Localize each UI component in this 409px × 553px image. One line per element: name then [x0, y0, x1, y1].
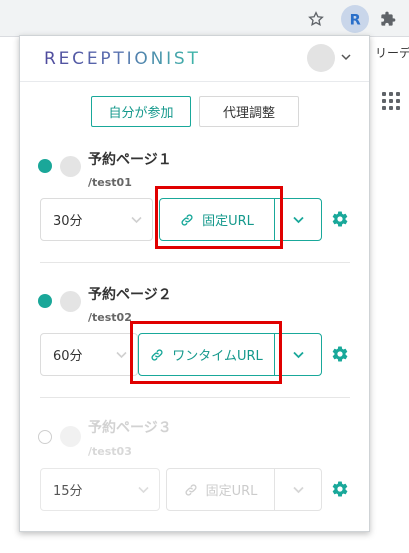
chevron-down-icon — [292, 216, 304, 223]
page-slug: /test03 — [88, 445, 132, 458]
url-button-label: 固定URL — [202, 214, 254, 229]
gear-icon[interactable] — [331, 210, 349, 228]
section-divider — [40, 262, 350, 263]
brand-logo: RECEPTIONIST — [44, 49, 201, 69]
page-slug: /test01 — [88, 176, 132, 189]
background-bookmark-text: リーディ — [375, 46, 409, 60]
address-bar[interactable] — [0, 4, 334, 33]
mode-proxy-button[interactable]: 代理調整 — [199, 96, 299, 127]
receptionist-popup: RECEPTIONIST 自分が参加 代理調整 予約ページ１ /test01 3… — [19, 35, 370, 532]
page-title: 予約ページ２ — [88, 287, 172, 303]
page-active-radio[interactable] — [38, 430, 52, 444]
onetime-url-button[interactable]: ワンタイムURL — [139, 334, 275, 375]
page-avatar — [60, 426, 81, 447]
page-active-radio[interactable] — [38, 294, 52, 308]
url-button-label: ワンタイムURL — [172, 349, 263, 364]
url-dropdown-toggle[interactable] — [275, 469, 321, 510]
chevron-down-icon — [292, 486, 304, 493]
svg-text:R: R — [350, 12, 361, 28]
chevron-down-icon — [292, 351, 304, 358]
gear-icon[interactable] — [331, 480, 349, 498]
chevron-down-icon[interactable] — [341, 53, 351, 61]
url-button-group: ワンタイムURL — [138, 333, 322, 376]
link-icon — [151, 348, 163, 361]
user-avatar[interactable] — [307, 44, 335, 72]
duration-select[interactable]: 30分 — [40, 198, 153, 241]
mode-self-button[interactable]: 自分が参加 — [91, 96, 191, 127]
url-dropdown-toggle[interactable] — [275, 334, 321, 375]
fixed-url-button[interactable]: 固定URL — [167, 469, 275, 510]
chevron-down-icon — [131, 216, 142, 224]
chevron-down-icon — [138, 486, 149, 494]
header-divider — [20, 81, 369, 82]
receptionist-extension-icon[interactable]: R — [341, 5, 369, 33]
duration-select[interactable]: 15分 — [40, 468, 160, 511]
chevron-down-icon — [116, 351, 127, 359]
gear-icon[interactable] — [331, 345, 349, 363]
duration-value: 60分 — [53, 349, 83, 364]
duration-value: 30分 — [53, 214, 83, 229]
page-title: 予約ページ３ — [88, 420, 172, 436]
page-title: 予約ページ１ — [88, 152, 172, 168]
section-divider — [40, 397, 350, 398]
duration-select[interactable]: 60分 — [40, 333, 138, 376]
link-icon — [181, 213, 193, 226]
fixed-url-button[interactable]: 固定URL — [160, 199, 275, 240]
puzzle-icon[interactable] — [376, 7, 400, 31]
url-button-group: 固定URL — [166, 468, 322, 511]
url-dropdown-toggle[interactable] — [275, 199, 321, 240]
duration-value: 15分 — [53, 484, 83, 499]
page-active-radio[interactable] — [38, 159, 52, 173]
link-icon — [185, 483, 197, 496]
browser-toolbar: R — [0, 0, 409, 37]
url-button-group: 固定URL — [159, 198, 322, 241]
star-icon[interactable] — [304, 7, 328, 31]
url-button-label: 固定URL — [205, 484, 258, 499]
apps-grid-icon[interactable] — [382, 92, 400, 110]
page-avatar — [60, 291, 81, 312]
page-avatar — [60, 156, 81, 177]
page-slug: /test02 — [88, 311, 132, 324]
